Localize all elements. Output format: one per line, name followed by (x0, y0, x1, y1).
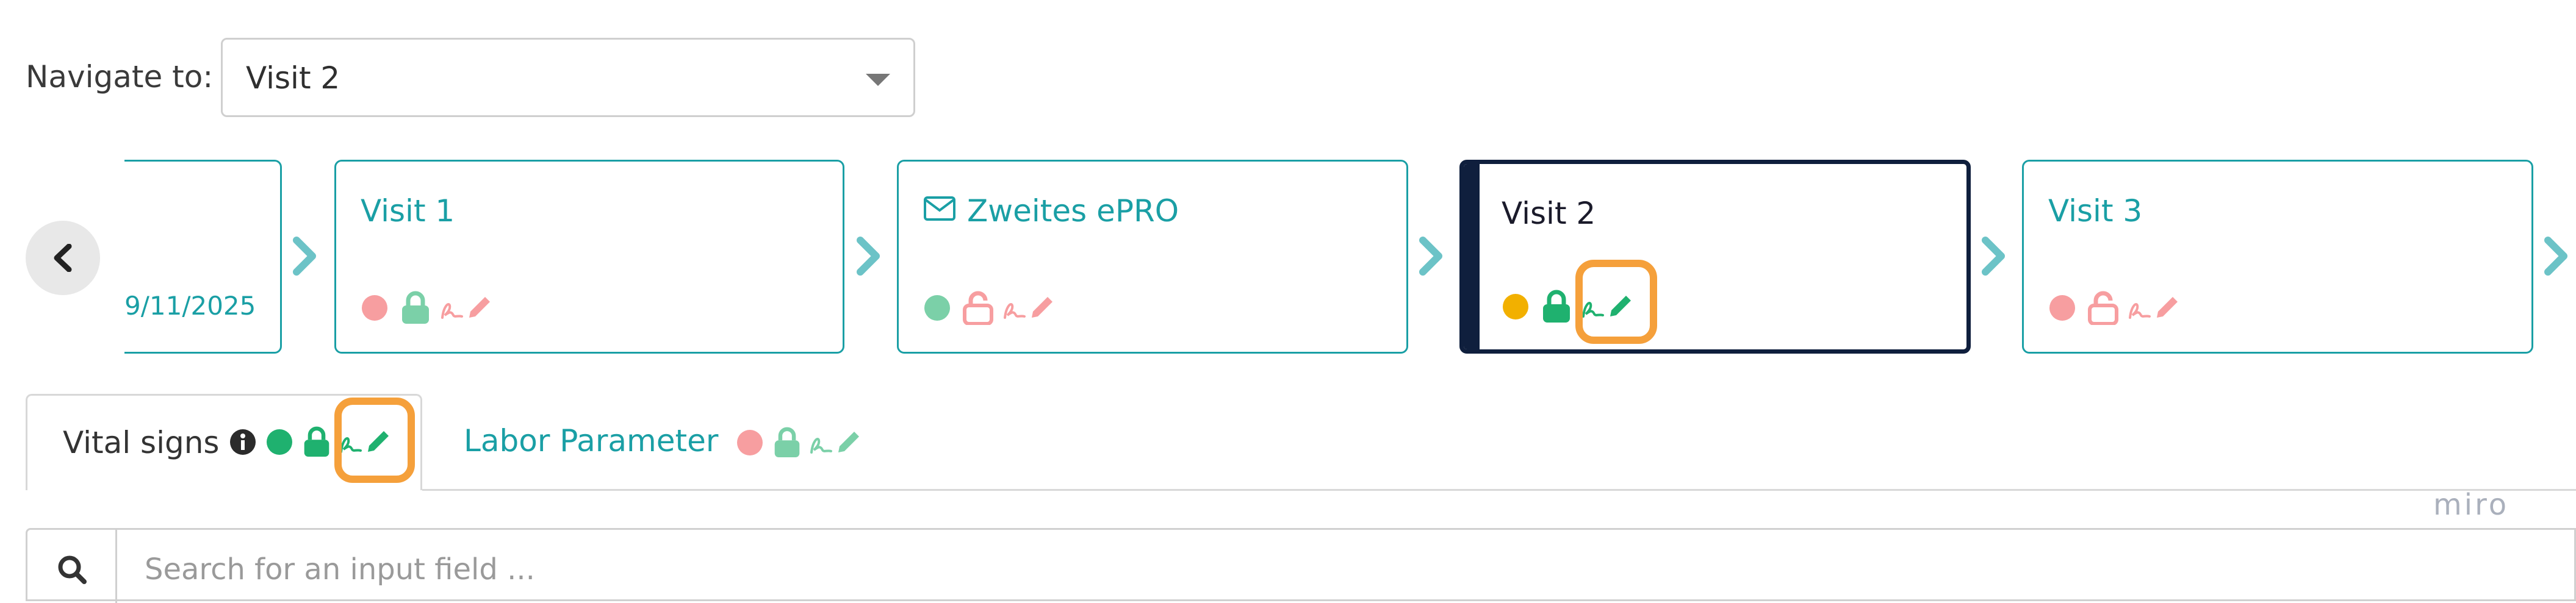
lock-icon (774, 427, 800, 457)
timeline-card-title: Visit 3 (2048, 193, 2143, 229)
pencil-icon (469, 297, 490, 318)
lock-open-icon (963, 291, 993, 325)
status-dot-icon (924, 295, 950, 321)
search-icon (58, 555, 87, 584)
pencil-icon (1032, 297, 1052, 318)
timeline-card-title: Zweites ePRO (967, 193, 1179, 229)
timeline-card-visit-2[interactable]: Visit 2 (1459, 160, 1971, 354)
navigate-select[interactable]: Visit 2 (221, 38, 915, 117)
chevron-right-icon (293, 237, 316, 276)
lock-open-icon (2088, 291, 2118, 325)
timeline-card-previous[interactable]: 9/11/2025 (124, 160, 282, 354)
search-input[interactable] (143, 552, 878, 587)
status-dot-icon (1503, 294, 1528, 319)
status-dot-icon (737, 430, 763, 455)
timeline-card-visit-1[interactable]: Visit 1 (334, 160, 844, 354)
timeline-card-zweites-epro[interactable]: Zweites ePRO (897, 160, 1408, 354)
lock-icon (402, 291, 429, 324)
search-box[interactable] (26, 528, 2576, 603)
navigate-select-value: Visit 2 (246, 60, 340, 96)
timeline-card-title: Visit 2 (1502, 196, 1596, 231)
status-dot-icon (2049, 295, 2075, 321)
status-dot-icon (267, 429, 292, 455)
tabs-divider (422, 489, 2576, 491)
signature-icon (2129, 303, 2151, 319)
search-icon-cell (27, 530, 117, 603)
status-dot-icon (362, 295, 387, 321)
signature-icon (1004, 303, 1026, 319)
timeline-card-visit-3[interactable]: Visit 3 (2022, 160, 2533, 354)
chevron-right-icon (857, 237, 880, 276)
tab-labor-parameter[interactable]: Labor Parameter (464, 423, 718, 458)
timeline-prev-button[interactable] (26, 221, 100, 295)
caret-down-icon (866, 74, 890, 86)
selected-indicator (1464, 164, 1480, 349)
pencil-icon (2157, 297, 2178, 318)
lock-icon (1543, 290, 1570, 323)
watermark: miro (2433, 488, 2509, 522)
timeline-card-title: Visit 1 (361, 193, 455, 229)
chevron-right-icon (1982, 237, 2005, 276)
chevron-right-icon (2544, 237, 2567, 276)
pencil-icon (838, 432, 859, 452)
navigate-label: Navigate to: (26, 59, 214, 95)
tab-label: Vital signs (63, 425, 220, 460)
info-icon[interactable] (229, 428, 257, 456)
chevron-left-icon (54, 244, 72, 272)
highlight-box (334, 398, 415, 483)
lock-icon (304, 426, 329, 457)
signature-icon (441, 303, 463, 319)
timeline-card-date: 9/11/2025 (124, 291, 256, 321)
envelope-icon (924, 196, 955, 221)
signature-icon (810, 438, 832, 454)
chevron-right-icon (1419, 237, 1442, 276)
highlight-box (1575, 260, 1657, 344)
